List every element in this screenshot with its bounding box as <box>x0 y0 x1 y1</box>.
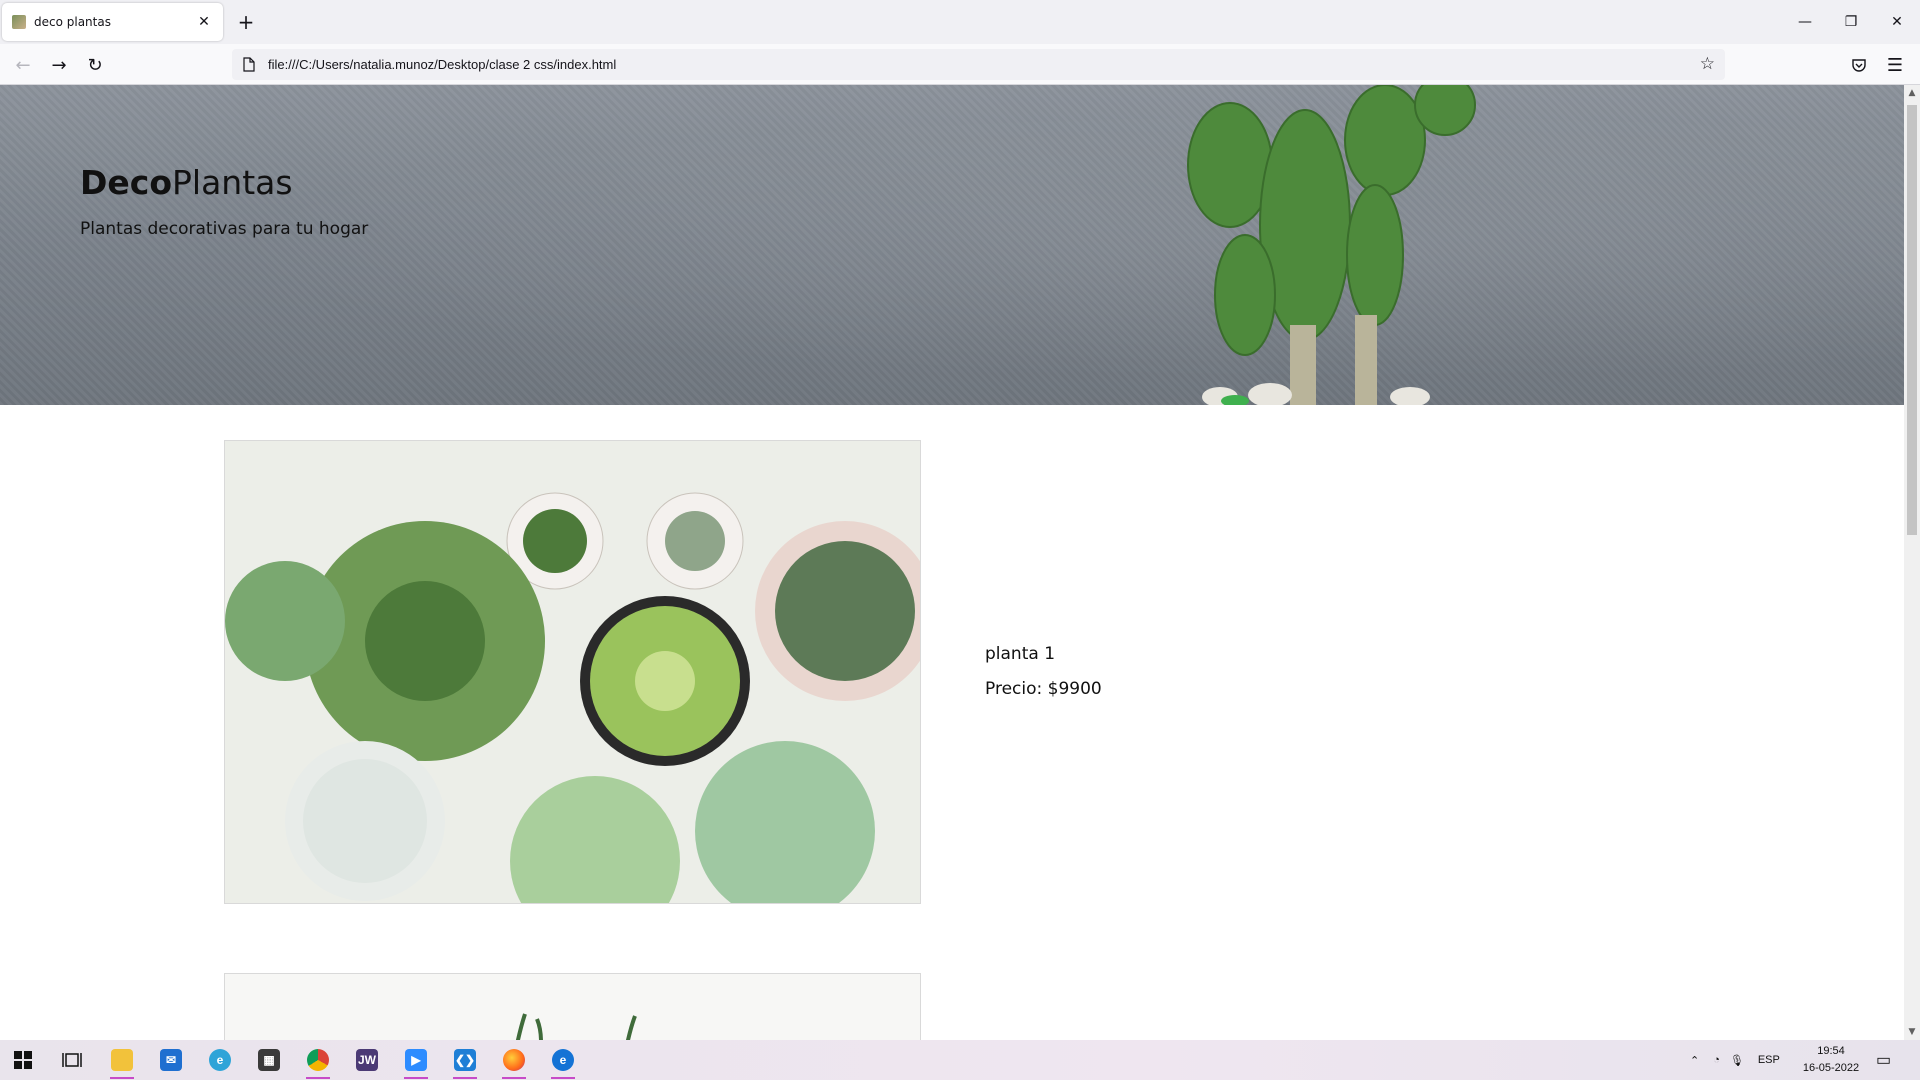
store-icon[interactable]: ▦ <box>249 1044 289 1076</box>
reload-button[interactable]: ↻ <box>82 52 108 78</box>
page-viewport: DecoPlantas Plantas decorativas para tu … <box>0 85 1904 1040</box>
network-icon[interactable]: ◔ <box>1713 1054 1720 1066</box>
minimize-button[interactable]: — <box>1782 0 1828 44</box>
back-button[interactable]: ← <box>10 52 36 78</box>
product-image-2 <box>224 973 921 1040</box>
vertical-scrollbar[interactable]: ▲ ▼ <box>1904 85 1920 1040</box>
clock[interactable]: 19:54 16-05-2022 <box>1800 1043 1862 1077</box>
notifications-icon[interactable]: ▭ <box>1876 1040 1891 1080</box>
jw-player-icon[interactable]: JW <box>347 1044 387 1076</box>
scroll-down-icon[interactable]: ▼ <box>1904 1024 1920 1040</box>
firefox-icon[interactable] <box>494 1044 534 1079</box>
scrollbar-thumb[interactable] <box>1907 105 1917 535</box>
product-name: planta 1 <box>985 644 1056 664</box>
restore-button[interactable]: ❐ <box>1828 0 1874 44</box>
scroll-up-icon[interactable]: ▲ <box>1904 85 1920 101</box>
pocket-icon[interactable] <box>1846 52 1872 78</box>
url-text: file:///C:/Users/natalia.munoz/Desktop/c… <box>268 57 617 72</box>
forward-button[interactable]: → <box>46 52 72 78</box>
hero-banner: DecoPlantas Plantas decorativas para tu … <box>0 85 1904 405</box>
favicon-icon <box>12 15 26 29</box>
page-icon <box>242 57 256 73</box>
chrome-icon[interactable] <box>298 1044 338 1079</box>
windows-taskbar: ✉ e ▦ JW ▶ ❮❯ e ⌃ ◔ 🎙 ESP 19:54 16-05-20… <box>0 1040 1920 1080</box>
tab-deco-plantas[interactable]: deco plantas ✕ <box>2 3 223 41</box>
brand-bold: Deco <box>80 163 173 202</box>
address-bar[interactable]: file:///C:/Users/natalia.munoz/Desktop/c… <box>232 49 1725 80</box>
start-icon[interactable] <box>3 1044 43 1076</box>
new-tab-button[interactable]: + <box>234 10 258 34</box>
tab-title: deco plantas <box>34 15 111 29</box>
close-window-button[interactable]: ✕ <box>1874 0 1920 44</box>
language-indicator[interactable]: ESP <box>1758 1054 1780 1066</box>
task-view-icon[interactable] <box>52 1044 92 1076</box>
file-explorer-icon[interactable] <box>102 1044 142 1079</box>
bookmark-star-icon[interactable]: ☆ <box>1700 54 1715 74</box>
navigation-toolbar: ← → ↻ file:///C:/Users/natalia.munoz/Des… <box>0 44 1920 85</box>
mail-icon[interactable]: ✉ <box>151 1044 191 1076</box>
vscode-icon[interactable]: ❮❯ <box>445 1044 485 1079</box>
system-tray: ⌃ ◔ 🎙 ESP <box>1690 1040 1780 1080</box>
product-image <box>224 440 921 904</box>
close-tab-icon[interactable]: ✕ <box>195 13 213 31</box>
brand-regular: Plantas <box>172 163 293 202</box>
menu-icon[interactable]: ☰ <box>1882 52 1908 78</box>
product-price: Precio: $9900 <box>985 679 1102 699</box>
clock-time: 19:54 <box>1817 1045 1845 1057</box>
edge-icon[interactable]: e <box>543 1044 583 1079</box>
tab-strip: deco plantas ✕ + — ❐ ✕ <box>0 0 1920 44</box>
internet-explorer-icon[interactable]: e <box>200 1044 240 1076</box>
tagline: Plantas decorativas para tu hogar <box>80 219 369 239</box>
microphone-icon[interactable]: 🎙 <box>1730 1054 1744 1067</box>
cactus-image <box>1187 85 1476 405</box>
chevron-up-icon[interactable]: ⌃ <box>1690 1054 1699 1067</box>
clock-date: 16-05-2022 <box>1802 1062 1860 1074</box>
brand-title: DecoPlantas <box>80 163 293 202</box>
zoom-icon[interactable]: ▶ <box>396 1044 436 1079</box>
